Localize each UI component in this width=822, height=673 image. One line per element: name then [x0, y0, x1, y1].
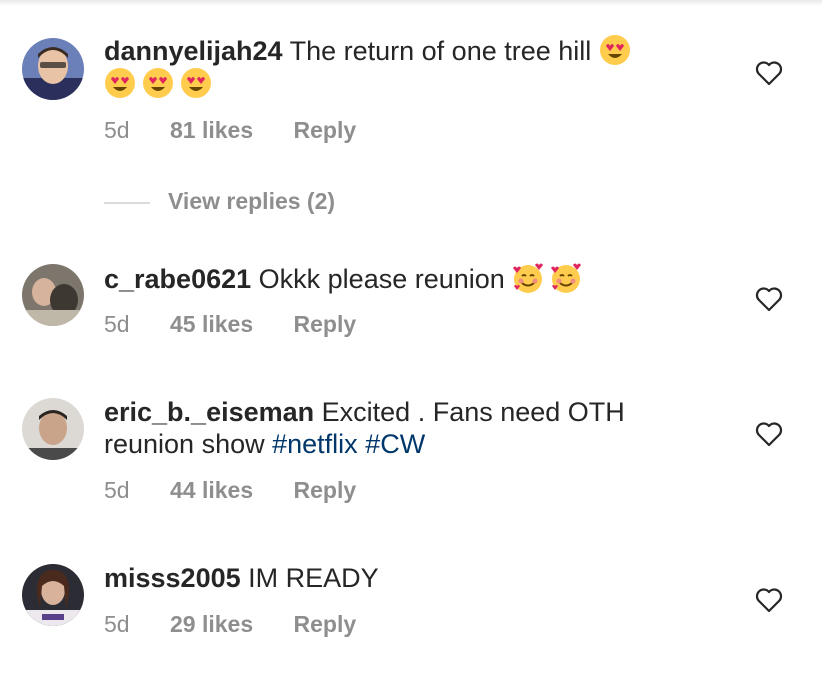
view-replies-button[interactable]: View replies (2): [104, 188, 335, 215]
comment-body: Okkk please reunion: [258, 264, 505, 294]
smiling-face-with-hearts-emoji: [550, 262, 582, 294]
comment-body: IM READY: [248, 563, 379, 593]
avatar[interactable]: [22, 564, 84, 626]
avatar[interactable]: [22, 38, 84, 100]
like-heart-icon[interactable]: [755, 286, 783, 312]
smiling-face-with-hearts-emoji: [512, 262, 544, 294]
reply-button[interactable]: Reply: [294, 311, 357, 337]
comment-likes[interactable]: 29 likes: [170, 611, 253, 637]
comment-time: 5d: [104, 311, 130, 337]
reply-button[interactable]: Reply: [294, 477, 357, 503]
heart-eyes-emoji: [104, 67, 136, 99]
comment-likes[interactable]: 45 likes: [170, 311, 253, 337]
hashtag-link[interactable]: #CW: [365, 429, 425, 459]
comment-likes[interactable]: 81 likes: [170, 117, 253, 143]
comment-meta: 5d 81 likes Reply: [104, 117, 356, 144]
comment-username[interactable]: eric_b._eiseman: [104, 397, 314, 427]
view-replies-divider: [104, 201, 150, 204]
comment-text: misss2005 IM READY: [104, 562, 684, 594]
comment-likes[interactable]: 44 likes: [170, 477, 253, 503]
heart-eyes-emoji: [180, 67, 212, 99]
comment-time: 5d: [104, 477, 130, 503]
hashtag-link[interactable]: #netflix: [272, 429, 358, 459]
comment-username[interactable]: dannyelijah24: [104, 36, 283, 66]
like-heart-icon[interactable]: [755, 421, 783, 447]
comment-username[interactable]: misss2005: [104, 563, 241, 593]
comment-body: The return of one tree hill: [289, 36, 592, 66]
heart-eyes-emoji: [599, 34, 631, 66]
comment-text: dannyelijah24 The return of one tree hil…: [104, 34, 684, 100]
top-shadow: [0, 0, 822, 6]
comment-username[interactable]: c_rabe0621: [104, 264, 251, 294]
comment-time: 5d: [104, 117, 130, 143]
comment-text: c_rabe0621 Okkk please reunion: [104, 262, 684, 295]
avatar[interactable]: [22, 264, 84, 326]
comment-time: 5d: [104, 611, 130, 637]
reply-button[interactable]: Reply: [294, 611, 357, 637]
comment-meta: 5d 44 likes Reply: [104, 477, 356, 504]
heart-eyes-emoji: [142, 67, 174, 99]
view-replies-label: View replies (2): [168, 188, 336, 214]
comments-panel: dannyelijah24 The return of one tree hil…: [0, 0, 822, 673]
reply-button[interactable]: Reply: [294, 117, 357, 143]
comment-text: eric_b._eiseman Excited . Fans need OTH …: [104, 396, 684, 460]
like-heart-icon[interactable]: [755, 587, 783, 613]
comment-meta: 5d 29 likes Reply: [104, 611, 356, 638]
avatar[interactable]: [22, 398, 84, 460]
comment-meta: 5d 45 likes Reply: [104, 311, 356, 338]
like-heart-icon[interactable]: [755, 60, 783, 86]
